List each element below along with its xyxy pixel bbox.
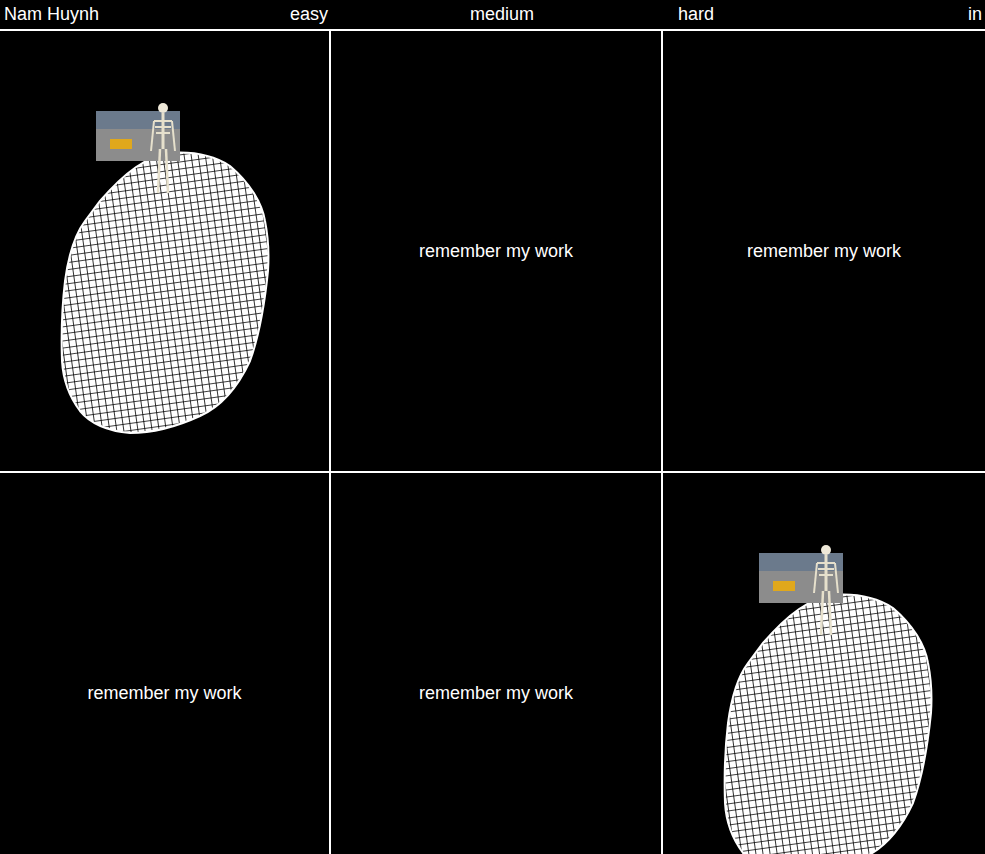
- nav-link[interactable]: in: [968, 0, 985, 29]
- work-grid: remember my work remember my work remember…: [0, 31, 985, 854]
- work-cell[interactable]: remember my work: [0, 473, 329, 854]
- work-cell[interactable]: [663, 473, 985, 854]
- nav-link[interactable]: easy: [290, 0, 470, 29]
- cell-label: remember my work: [419, 682, 573, 704]
- top-nav: Nam Huynheasymediumhardin: [0, 0, 985, 31]
- cell-label: remember my work: [747, 240, 901, 262]
- nav-link[interactable]: hard: [678, 0, 968, 29]
- skeleton-icon: [148, 101, 178, 197]
- mesh-figure: [36, 111, 276, 437]
- cell-label: remember my work: [87, 682, 241, 704]
- nav-link[interactable]: medium: [470, 0, 678, 29]
- cell-label: remember my work: [419, 240, 573, 262]
- work-cell[interactable]: remember my work: [331, 473, 661, 854]
- skeleton-icon: [811, 543, 841, 639]
- nav-link[interactable]: Nam Huynh: [4, 0, 290, 29]
- work-cell[interactable]: [0, 31, 329, 471]
- page: Nam Huynheasymediumhardinremember my wor…: [0, 0, 985, 854]
- work-cell[interactable]: remember my work: [663, 31, 985, 471]
- work-cell[interactable]: remember my work: [331, 31, 661, 471]
- mesh-figure: [699, 553, 939, 854]
